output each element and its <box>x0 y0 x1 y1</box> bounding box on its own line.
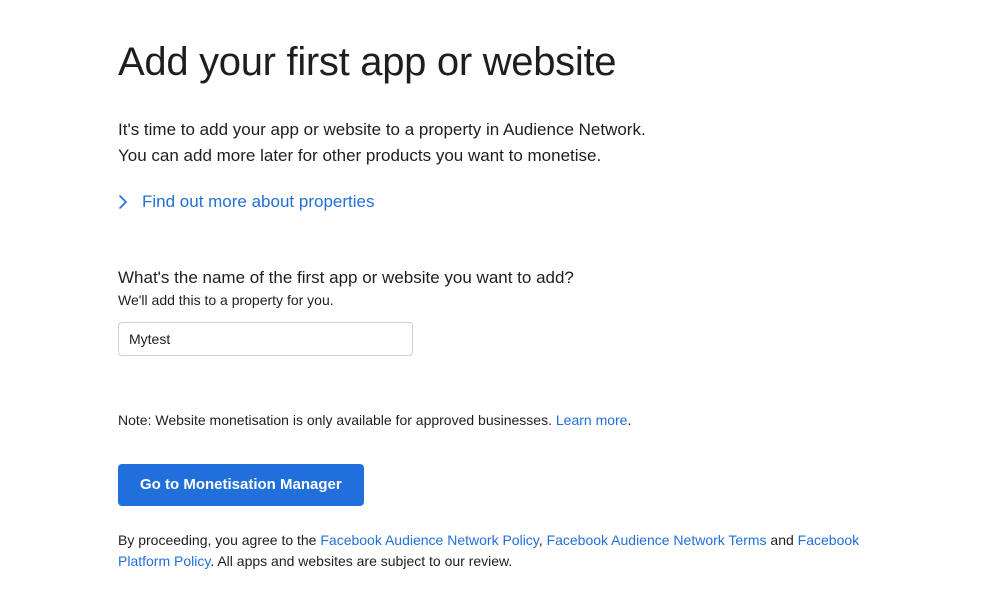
note-line: Note: Website monetisation is only avail… <box>118 412 998 428</box>
find-out-more-link[interactable]: Find out more about properties <box>118 192 374 212</box>
legal-sep1: , <box>539 532 547 548</box>
find-out-more-label: Find out more about properties <box>142 192 374 212</box>
legal-text: By proceeding, you agree to the Facebook… <box>118 530 898 573</box>
legal-sep2: and <box>767 532 798 548</box>
legal-suffix: . All apps and websites are subject to o… <box>210 553 512 569</box>
go-to-monetisation-button[interactable]: Go to Monetisation Manager <box>118 464 364 506</box>
note-text: Note: Website monetisation is only avail… <box>118 412 556 428</box>
question-label: What's the name of the first app or webs… <box>118 268 998 288</box>
learn-more-link[interactable]: Learn more <box>556 412 628 428</box>
legal-prefix: By proceeding, you agree to the <box>118 532 320 548</box>
terms-link[interactable]: Facebook Audience Network Terms <box>547 532 767 548</box>
note-suffix: . <box>627 412 631 428</box>
app-name-input[interactable] <box>118 322 413 356</box>
page-title: Add your first app or website <box>118 40 998 85</box>
intro-text: It's time to add your app or website to … <box>118 117 838 170</box>
sub-label: We'll add this to a property for you. <box>118 292 998 308</box>
intro-line-2: You can add more later for other product… <box>118 146 601 165</box>
intro-line-1: It's time to add your app or website to … <box>118 120 646 139</box>
chevron-right-icon <box>118 194 128 210</box>
policy-link[interactable]: Facebook Audience Network Policy <box>320 532 538 548</box>
